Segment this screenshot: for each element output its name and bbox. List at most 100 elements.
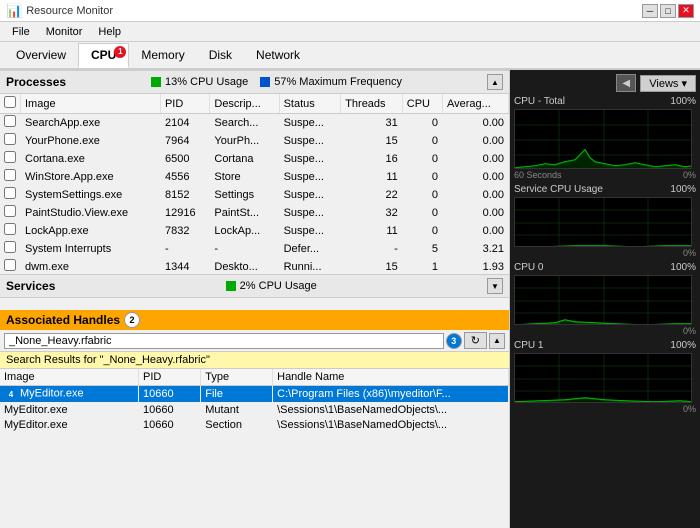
th-avg[interactable]: Averag... xyxy=(443,94,509,114)
tab-overview[interactable]: Overview xyxy=(4,44,78,66)
close-button[interactable]: ✕ xyxy=(678,4,694,18)
cell-pid: 12916 xyxy=(160,204,209,222)
processes-header: Processes 13% CPU Usage 57% Maximum Freq… xyxy=(0,70,509,94)
processes-status: 13% CPU Usage 57% Maximum Frequency xyxy=(151,76,402,88)
cell-desc: Settings xyxy=(210,186,279,204)
cpu-usage-text: 13% CPU Usage xyxy=(165,76,248,88)
row-checkbox[interactable] xyxy=(4,133,16,145)
cell-threads: 32 xyxy=(341,204,403,222)
table-row[interactable]: PaintStudio.View.exe 12916 PaintSt... Su… xyxy=(0,204,509,222)
cell-status: Suspe... xyxy=(279,114,341,132)
cell-checkbox[interactable] xyxy=(0,186,21,204)
tab-disk[interactable]: Disk xyxy=(197,44,244,66)
row-checkbox[interactable] xyxy=(4,151,16,163)
handles-table-container[interactable]: Image PID Type Handle Name 4MyEditor.exe… xyxy=(0,369,509,528)
cell-checkbox[interactable] xyxy=(0,150,21,168)
graph-cpu0-0pct: 0% xyxy=(683,326,696,336)
th-cpu[interactable]: CPU xyxy=(402,94,442,114)
cell-avg: 0.00 xyxy=(443,150,509,168)
row-checkbox[interactable] xyxy=(4,205,16,217)
cell-checkbox[interactable] xyxy=(0,222,21,240)
cell-avg: 0.00 xyxy=(443,204,509,222)
title-bar-text: Resource Monitor xyxy=(26,5,642,17)
handles-collapse-btn[interactable]: ▲ xyxy=(489,333,505,349)
list-item[interactable]: MyEditor.exe 10660 Mutant \Sessions\1\Ba… xyxy=(0,403,509,418)
table-row[interactable]: dwm.exe 1344 Deskto... Runni... 15 1 1.9… xyxy=(0,258,509,275)
th-h-handle[interactable]: Handle Name xyxy=(273,369,509,386)
graph-cpu-total-pct: 100% xyxy=(670,96,696,107)
views-button[interactable]: Views ▾ xyxy=(640,75,696,92)
cell-desc: - xyxy=(210,240,279,258)
services-header: Services 2% CPU Usage ▼ xyxy=(0,274,509,298)
minimize-button[interactable]: ─ xyxy=(642,4,658,18)
cell-h-handle: \Sessions\1\BaseNamedObjects\... xyxy=(273,403,509,418)
expand-button[interactable]: ◀ xyxy=(616,74,636,92)
th-desc[interactable]: Descrip... xyxy=(210,94,279,114)
graph-cpu1: CPU 1 100% 0% xyxy=(514,340,696,414)
processes-tbody: SearchApp.exe 2104 Search... Suspe... 31… xyxy=(0,114,509,275)
th-h-image[interactable]: Image xyxy=(0,369,139,386)
services-title: Services xyxy=(6,279,55,293)
cell-image: dwm.exe xyxy=(21,258,161,275)
table-row[interactable]: SearchApp.exe 2104 Search... Suspe... 31… xyxy=(0,114,509,132)
cell-image: PaintStudio.View.exe xyxy=(21,204,161,222)
graph-service-cpu: Service CPU Usage 100% 0% xyxy=(514,184,696,258)
cell-checkbox[interactable] xyxy=(0,258,21,275)
table-row[interactable]: System Interrupts - - Defer... - 5 3.21 xyxy=(0,240,509,258)
cell-checkbox[interactable] xyxy=(0,114,21,132)
menu-monitor[interactable]: Monitor xyxy=(38,24,91,40)
max-freq-text: 57% Maximum Frequency xyxy=(274,76,402,88)
maximize-button[interactable]: □ xyxy=(660,4,676,18)
tab-cpu[interactable]: CPU 1 xyxy=(78,43,129,68)
cell-desc: Deskto... xyxy=(210,258,279,275)
left-panel: Processes 13% CPU Usage 57% Maximum Freq… xyxy=(0,70,510,528)
table-row[interactable]: Cortana.exe 6500 Cortana Suspe... 16 0 0… xyxy=(0,150,509,168)
cell-avg: 0.00 xyxy=(443,132,509,150)
table-row[interactable]: SystemSettings.exe 8152 Settings Suspe..… xyxy=(0,186,509,204)
th-h-type[interactable]: Type xyxy=(201,369,273,386)
cell-h-image: 4MyEditor.exe xyxy=(0,386,139,403)
cell-checkbox[interactable] xyxy=(0,204,21,222)
table-row[interactable]: LockApp.exe 7832 LockAp... Suspe... 11 0… xyxy=(0,222,509,240)
th-image[interactable]: Image xyxy=(21,94,161,114)
th-pid[interactable]: PID xyxy=(160,94,209,114)
cell-checkbox[interactable] xyxy=(0,240,21,258)
services-cpu-dot xyxy=(226,281,236,291)
select-all-checkbox[interactable] xyxy=(4,96,16,108)
menu-file[interactable]: File xyxy=(4,24,38,40)
table-row[interactable]: YourPhone.exe 7964 YourPh... Suspe... 15… xyxy=(0,132,509,150)
row-checkbox[interactable] xyxy=(4,241,16,253)
tab-bar: Overview CPU 1 Memory Disk Network xyxy=(0,42,700,70)
row-checkbox[interactable] xyxy=(4,223,16,235)
cell-h-handle: C:\Program Files (x86)\myeditor\F... xyxy=(273,386,509,403)
tab-network[interactable]: Network xyxy=(244,44,312,66)
graph-cpu0-canvas xyxy=(514,275,692,325)
row-checkbox[interactable] xyxy=(4,187,16,199)
cell-cpu: 0 xyxy=(402,114,442,132)
th-h-pid[interactable]: PID xyxy=(139,369,201,386)
processes-collapse-btn[interactable]: ▲ xyxy=(487,74,503,90)
table-row[interactable]: WinStore.App.exe 4556 Store Suspe... 11 … xyxy=(0,168,509,186)
services-collapse-btn[interactable]: ▼ xyxy=(487,278,503,294)
cell-pid: - xyxy=(160,240,209,258)
row-checkbox[interactable] xyxy=(4,169,16,181)
row-checkbox[interactable] xyxy=(4,115,16,127)
th-threads[interactable]: Threads xyxy=(341,94,403,114)
th-checkbox[interactable] xyxy=(0,94,21,114)
processes-table-container[interactable]: Image PID Descrip... Status Threads CPU … xyxy=(0,94,509,274)
list-item[interactable]: 4MyEditor.exe 10660 File C:\Program File… xyxy=(0,386,509,403)
handles-search-button[interactable]: ↻ xyxy=(464,332,487,349)
cell-threads: 15 xyxy=(341,258,403,275)
graph-cpu-total: CPU - Total 100% xyxy=(514,96,696,180)
list-item[interactable]: MyEditor.exe 10660 Section \Sessions\1\B… xyxy=(0,418,509,433)
graph-service-pct: 100% xyxy=(670,184,696,195)
menu-help[interactable]: Help xyxy=(90,24,129,40)
cell-status: Suspe... xyxy=(279,186,341,204)
th-status[interactable]: Status xyxy=(279,94,341,114)
tab-memory[interactable]: Memory xyxy=(129,44,196,66)
cell-checkbox[interactable] xyxy=(0,168,21,186)
handles-search-input[interactable] xyxy=(4,333,444,349)
cell-checkbox[interactable] xyxy=(0,132,21,150)
max-freq-dot xyxy=(260,77,270,87)
row-checkbox[interactable] xyxy=(4,259,16,271)
